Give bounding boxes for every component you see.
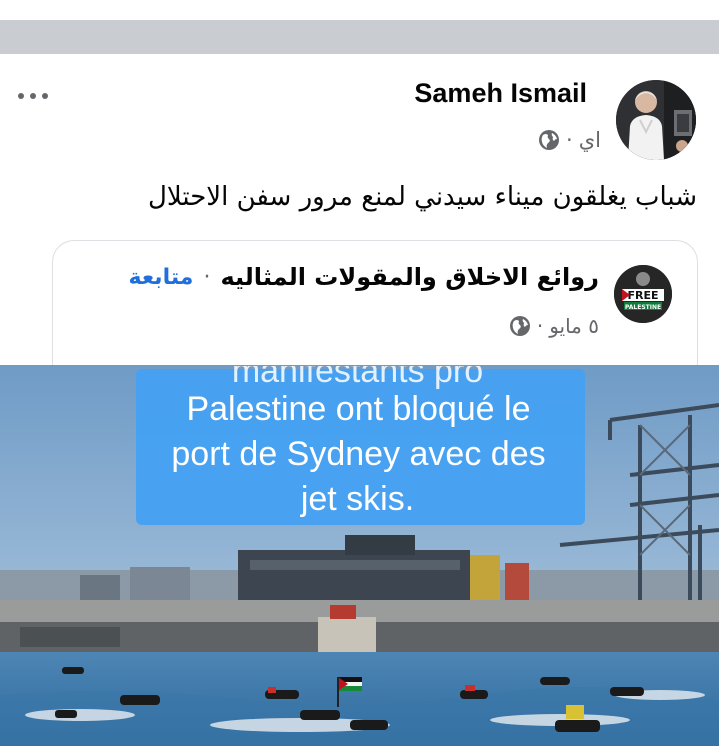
more-options-button[interactable] <box>18 82 62 110</box>
shared-post-card[interactable] <box>52 240 698 381</box>
page-avatar[interactable]: FREE PALESTINE <box>614 265 672 323</box>
meta-separator: · <box>566 128 573 152</box>
video-caption-line: Palestine ont bloqué le <box>186 390 531 428</box>
svg-text:FREE: FREE <box>627 289 658 302</box>
author-avatar[interactable] <box>616 80 696 160</box>
more-options-icon <box>18 93 24 99</box>
post-author-name[interactable]: Sameh Ismail <box>414 78 587 109</box>
avatar-image <box>616 80 696 160</box>
more-options-icon-dot <box>42 93 48 99</box>
post-meta: اي · <box>538 128 601 152</box>
status-strip <box>0 0 719 20</box>
svg-text:PALESTINE: PALESTINE <box>625 304 661 311</box>
video-caption-line: jet skis. <box>300 480 415 518</box>
globe-icon <box>509 315 531 337</box>
post-time[interactable]: اي <box>579 128 601 152</box>
date-separator: · <box>536 314 544 338</box>
shared-page-header: روائع الاخلاق والمقولات المثاليه · متابع… <box>129 263 599 291</box>
video-caption-line: port de Sydney avec des <box>171 435 546 473</box>
feed-separator <box>0 20 719 54</box>
follow-button[interactable]: متابعة <box>129 265 194 290</box>
header-separator: · <box>203 264 211 290</box>
shared-page-name[interactable]: روائع الاخلاق والمقولات المثاليه <box>220 263 599 291</box>
free-palestine-logo: FREE PALESTINE <box>614 265 672 323</box>
globe-icon <box>538 129 560 151</box>
more-options-icon-dot <box>30 93 36 99</box>
post-text: شباب يغلقون ميناء سيدني لمنع مرور سفن ال… <box>147 182 697 212</box>
shared-post-date[interactable]: ٥ مايو <box>549 314 599 338</box>
shared-post-meta: ٥ مايو · <box>509 314 599 338</box>
